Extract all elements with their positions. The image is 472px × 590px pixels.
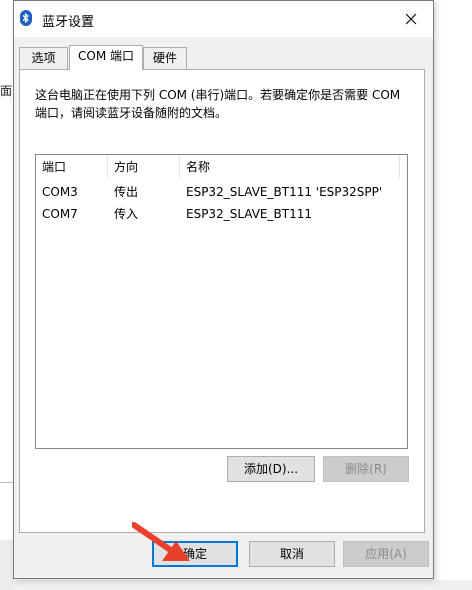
- name-cell: ESP32_SLAVE_BT111: [186, 207, 312, 221]
- port-cell: COM3: [42, 185, 78, 199]
- com-ports-panel: 这台电脑正在使用下列 COM (串行)端口。若要确定你是否需要 COM 端口，请…: [19, 69, 425, 533]
- column-header-direction[interactable]: 方向: [108, 155, 180, 179]
- close-icon: [405, 13, 417, 25]
- cancel-button[interactable]: 取消: [249, 541, 335, 567]
- apply-button[interactable]: 应用(A): [343, 541, 429, 567]
- port-cell: COM7: [42, 207, 78, 221]
- red-annotation-arrow-icon: [132, 522, 190, 561]
- bluetooth-settings-dialog: 蓝牙设置 选项 COM 端口 硬件 这台电脑正在使用下列 COM (串行)端口。…: [13, 0, 434, 579]
- background-text: 面: [0, 84, 13, 98]
- direction-cell: 传入: [114, 207, 139, 221]
- bluetooth-icon: [20, 10, 32, 26]
- window-title: 蓝牙设置: [42, 15, 95, 30]
- title-bar[interactable]: 蓝牙设置: [14, 1, 433, 37]
- background-window-edge: 面: [0, 0, 14, 590]
- column-header-name[interactable]: 名称: [180, 155, 400, 179]
- remove-button[interactable]: 删除(R): [323, 456, 409, 482]
- com-port-list[interactable]: 端口 方向 名称 COM3 传出 ESP32_SLAVE_BT111 'ESP3…: [35, 154, 408, 449]
- list-item[interactable]: COM3 传出 ESP32_SLAVE_BT111 'ESP32SPP': [36, 181, 407, 203]
- description-text: 这台电脑正在使用下列 COM (串行)端口。若要确定你是否需要 COM 端口，请…: [35, 88, 401, 120]
- background-divider: [0, 482, 13, 483]
- close-button[interactable]: [389, 1, 433, 37]
- tab-options[interactable]: 选项: [19, 47, 68, 69]
- column-header-port[interactable]: 端口: [36, 155, 108, 179]
- tab-com-ports[interactable]: COM 端口: [69, 45, 143, 70]
- name-cell: ESP32_SLAVE_BT111 'ESP32SPP': [186, 185, 383, 199]
- background-bottom-strip: [13, 580, 472, 590]
- tab-hardware[interactable]: 硬件: [143, 47, 187, 69]
- list-header: 端口 方向 名称: [36, 155, 407, 179]
- list-item[interactable]: COM7 传入 ESP32_SLAVE_BT111: [36, 203, 407, 225]
- background-panel: [0, 540, 13, 590]
- direction-cell: 传出: [114, 185, 139, 199]
- add-button[interactable]: 添加(D)...: [227, 456, 315, 482]
